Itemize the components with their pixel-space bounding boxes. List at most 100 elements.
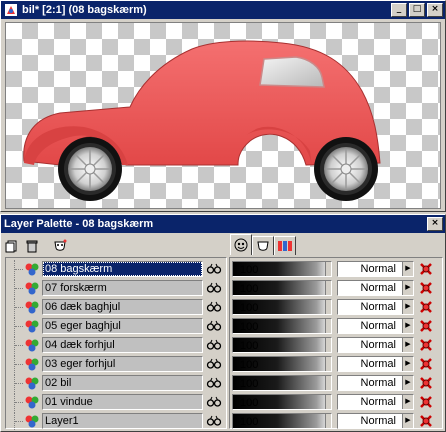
layer-properties-row: 100 Normal ▶: [230, 393, 442, 411]
blend-mode-select[interactable]: Normal ▶: [337, 280, 414, 296]
layer-name[interactable]: 04 dæk forhjul: [42, 337, 203, 353]
tree-connector: [14, 355, 24, 373]
layer-name[interactable]: 07 forskærm: [42, 280, 203, 296]
blend-mode-select[interactable]: Normal ▶: [337, 375, 414, 391]
layer-row[interactable]: 06 dæk baghjul: [6, 298, 226, 316]
layer-row[interactable]: 03 eger forhjul: [6, 355, 226, 373]
visibility-toggle-icon[interactable]: [206, 339, 222, 351]
tab-mask[interactable]: [252, 236, 274, 255]
visibility-toggle-icon[interactable]: [206, 263, 222, 275]
visibility-toggle-icon[interactable]: [206, 377, 222, 389]
dropdown-arrow-icon[interactable]: ▶: [402, 319, 413, 333]
tree-connector: [14, 298, 24, 316]
layer-row[interactable]: Layer1: [6, 412, 226, 430]
opacity-slider-handle[interactable]: [325, 319, 331, 333]
layer-properties-row: 100 Normal ▶: [230, 412, 442, 430]
layer-palette-titlebar[interactable]: Layer Palette - 08 bagskærm ×: [1, 215, 445, 233]
layer-name[interactable]: 06 dæk baghjul: [42, 299, 203, 315]
opacity-slider-handle[interactable]: [325, 414, 331, 428]
opacity-slider[interactable]: 100: [232, 280, 332, 296]
layer-row[interactable]: 05 eger baghjul: [6, 317, 226, 335]
dropdown-arrow-icon[interactable]: ▶: [402, 338, 413, 352]
new-layer-icon[interactable]: [5, 239, 19, 253]
blend-mode-value: Normal: [360, 320, 396, 332]
blend-mode-select[interactable]: Normal ▶: [337, 318, 414, 334]
opacity-slider-handle[interactable]: [325, 281, 331, 295]
blend-mode-select[interactable]: Normal ▶: [337, 337, 414, 353]
layer-name[interactable]: Layer1: [42, 413, 203, 429]
image-window-titlebar[interactable]: bil* [2:1] (08 bagskærm) _ □ ×: [1, 1, 445, 19]
layer-row[interactable]: 01 vindue: [6, 393, 226, 411]
maximize-button[interactable]: □: [409, 3, 425, 17]
blend-mode-select[interactable]: Normal ▶: [337, 356, 414, 372]
lock-icon[interactable]: [418, 281, 434, 295]
lock-icon[interactable]: [418, 414, 434, 428]
blend-mode-value: Normal: [360, 396, 396, 408]
blend-mode-value: Normal: [360, 339, 396, 351]
dropdown-arrow-icon[interactable]: ▶: [402, 414, 413, 428]
blend-mode-value: Normal: [360, 263, 396, 275]
lock-icon[interactable]: [418, 395, 434, 409]
visibility-toggle-icon[interactable]: [206, 396, 222, 408]
opacity-slider[interactable]: 100: [232, 337, 332, 353]
layer-name[interactable]: 08 bagskærm: [42, 261, 203, 277]
layer-name[interactable]: 03 eger forhjul: [42, 356, 203, 372]
layer-row[interactable]: 08 bagskærm: [6, 260, 226, 278]
lock-icon[interactable]: [418, 357, 434, 371]
layer-row[interactable]: 02 bil: [6, 374, 226, 392]
blend-mode-select[interactable]: Normal ▶: [337, 261, 414, 277]
image-window: bil* [2:1] (08 bagskærm) _ □ ×: [0, 0, 446, 212]
blend-mode-value: Normal: [360, 301, 396, 313]
visibility-toggle-icon[interactable]: [206, 301, 222, 313]
opacity-slider[interactable]: 100: [232, 318, 332, 334]
layer-type-icon: [25, 282, 39, 295]
blend-mode-select[interactable]: Normal ▶: [337, 299, 414, 315]
dropdown-arrow-icon[interactable]: ▶: [402, 281, 413, 295]
layer-row[interactable]: 04 dæk forhjul: [6, 336, 226, 354]
opacity-slider-handle[interactable]: [325, 262, 331, 276]
tab-layer-visibility[interactable]: [230, 234, 252, 255]
lock-icon[interactable]: [418, 319, 434, 333]
opacity-slider[interactable]: 100: [232, 356, 332, 372]
blend-mode-select[interactable]: Normal ▶: [337, 413, 414, 429]
opacity-slider[interactable]: 100: [232, 261, 332, 277]
opacity-slider-handle[interactable]: [325, 357, 331, 371]
close-button[interactable]: ×: [427, 3, 443, 17]
lock-icon[interactable]: [418, 376, 434, 390]
dropdown-arrow-icon[interactable]: ▶: [402, 376, 413, 390]
layer-name[interactable]: 05 eger baghjul: [42, 318, 203, 334]
layer-name[interactable]: 02 bil: [42, 375, 203, 391]
blend-mode-select[interactable]: Normal ▶: [337, 394, 414, 410]
dropdown-arrow-icon[interactable]: ▶: [402, 300, 413, 314]
dropdown-arrow-icon[interactable]: ▶: [402, 357, 413, 371]
visibility-toggle-icon[interactable]: [206, 415, 222, 427]
layer-type-icon: [25, 415, 39, 428]
opacity-slider[interactable]: 100: [232, 299, 332, 315]
opacity-slider-handle[interactable]: [325, 395, 331, 409]
car-image: [23, 40, 381, 201]
image-canvas[interactable]: [5, 22, 441, 209]
delete-layer-icon[interactable]: [25, 239, 39, 253]
layer-row[interactable]: 07 forskærm: [6, 279, 226, 297]
layer-name[interactable]: 01 vindue: [42, 394, 203, 410]
opacity-slider[interactable]: 100: [232, 375, 332, 391]
visibility-toggle-icon[interactable]: [206, 282, 222, 294]
opacity-slider-handle[interactable]: [325, 338, 331, 352]
dropdown-arrow-icon[interactable]: ▶: [402, 262, 413, 276]
visibility-toggle-icon[interactable]: [206, 358, 222, 370]
opacity-slider[interactable]: 100: [232, 394, 332, 410]
visibility-toggle-icon[interactable]: [206, 320, 222, 332]
mask-icon[interactable]: [53, 239, 67, 253]
minimize-button[interactable]: _: [391, 3, 407, 17]
lock-icon[interactable]: [418, 338, 434, 352]
opacity-slider[interactable]: 100: [232, 413, 332, 429]
lock-icon[interactable]: [418, 300, 434, 314]
lock-icon[interactable]: [418, 262, 434, 276]
opacity-slider-handle[interactable]: [325, 300, 331, 314]
tab-layer-color[interactable]: [274, 236, 296, 255]
layer-properties-row: 100 Normal ▶: [230, 317, 442, 335]
opacity-value: 100: [240, 359, 259, 371]
dropdown-arrow-icon[interactable]: ▶: [402, 395, 413, 409]
palette-close-button[interactable]: ×: [427, 217, 443, 231]
opacity-slider-handle[interactable]: [325, 376, 331, 390]
